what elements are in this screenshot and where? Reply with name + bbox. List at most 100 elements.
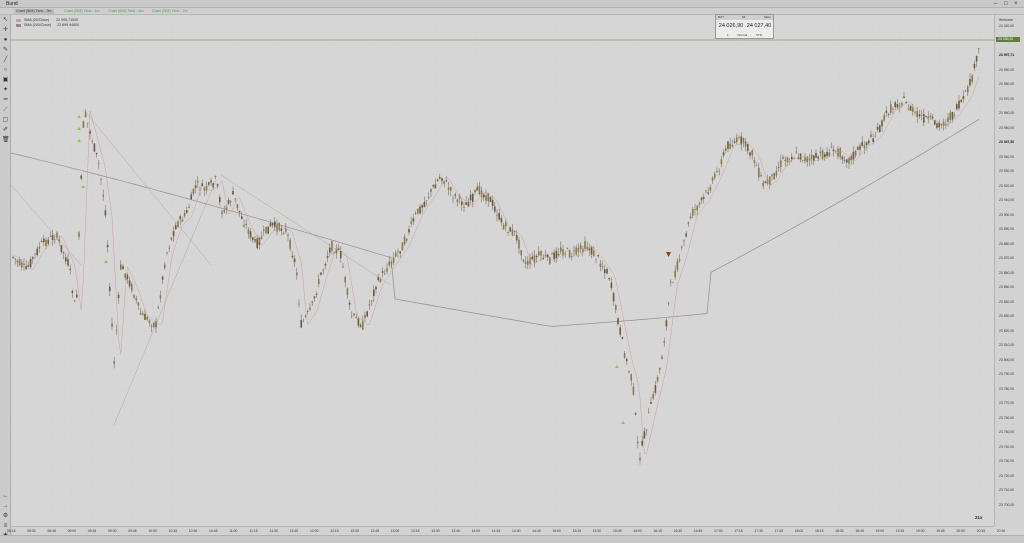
arrow-left-icon[interactable]: ← <box>2 493 9 500</box>
price-axis-label: 23 780,00 <box>999 386 1015 391</box>
candle-body <box>397 251 399 252</box>
candle-body <box>586 246 588 250</box>
tab-chart-7m[interactable]: Chart (SIM) Time - 7m <box>150 9 190 14</box>
tab-chart-4m[interactable]: Chart (SIM) Time - 4m <box>62 9 102 14</box>
candle-body <box>430 188 432 192</box>
candle-body <box>940 124 943 126</box>
candle-body <box>318 279 320 285</box>
price-chart[interactable] <box>11 15 994 526</box>
candle-body <box>65 257 67 262</box>
minimize-icon[interactable]: – <box>994 0 997 8</box>
candle-body <box>38 246 41 249</box>
candle-body <box>854 150 857 156</box>
trend-icon[interactable]: ⟋ <box>2 107 9 114</box>
candle-body <box>142 313 144 316</box>
candle-body <box>170 237 173 240</box>
candle-body <box>791 156 793 160</box>
candle-body <box>819 151 822 153</box>
candle-body <box>659 367 661 370</box>
sma20-line <box>13 76 980 455</box>
candle-body <box>60 245 63 252</box>
candle-body <box>82 121 85 128</box>
current-price-tag: 24 030,00 <box>996 37 1020 42</box>
candle-body <box>830 147 833 149</box>
candle-body <box>483 194 485 198</box>
candle-body <box>762 182 764 187</box>
candle-body <box>527 261 529 265</box>
candle-body <box>366 311 368 317</box>
candle-body <box>540 251 542 256</box>
close-icon[interactable]: × <box>1014 0 1018 8</box>
candle-body <box>661 356 663 360</box>
candle-body <box>604 269 606 273</box>
candle-body <box>731 145 734 147</box>
time-axis-label: 12:15 <box>330 529 339 533</box>
trash-icon[interactable]: 🗑 <box>2 137 10 144</box>
candle-body <box>692 209 694 216</box>
quantity-value[interactable]: 1 <box>727 33 729 37</box>
bid-price-button[interactable]: 24 026,90 <box>717 21 745 31</box>
tif-value[interactable]: STD <box>756 33 762 37</box>
candle-body <box>936 123 938 128</box>
candle-body <box>531 256 533 260</box>
candle-body <box>676 260 679 271</box>
time-axis-label: 19:30 <box>916 529 925 533</box>
brush-icon[interactable]: ✐ <box>2 127 9 134</box>
pin-icon[interactable]: ✦ <box>2 87 9 94</box>
crosshair-icon[interactable]: ✛ <box>2 27 9 34</box>
candle-body <box>967 86 969 93</box>
candle-body <box>287 234 289 236</box>
trend-line <box>113 179 217 426</box>
candle-body <box>87 122 89 124</box>
candle-body <box>223 210 225 213</box>
legend-item-sma200[interactable]: SMA (200/Close) 22 899,94800 <box>16 23 79 28</box>
time-axis-label: 20:30 <box>996 529 1006 533</box>
lock-icon[interactable]: ▣ <box>2 77 9 84</box>
candle-body <box>252 237 254 241</box>
line-icon[interactable]: ╱ <box>2 57 9 64</box>
time-axis-label: 17:00 <box>714 529 723 533</box>
candle-body <box>153 322 155 327</box>
candle-body <box>496 214 498 216</box>
tab-chart-3m[interactable]: Chart (SIM) Time - 3m <box>14 9 54 14</box>
time-axis-label: 10:00 <box>148 529 157 533</box>
candle-body <box>498 213 500 220</box>
arrow-right-icon[interactable]: → <box>2 503 9 510</box>
time-axis[interactable]: 08:15 08:30 08:45 09:00 09:15 09:30 09:45 10:00… <box>7 526 1005 535</box>
time-axis-label: 17:45 <box>774 529 784 533</box>
mi-label[interactable]: MI <box>742 15 745 20</box>
price-axis[interactable]: Welcome 24 020,0024 010,0023 997,7123 99… <box>994 15 1024 526</box>
ruler-icon[interactable]: ━ <box>2 97 9 104</box>
candle-body <box>307 311 309 312</box>
order-type[interactable]: Normal <box>738 33 748 37</box>
circle-icon[interactable]: ○ <box>2 67 9 74</box>
pencil-icon[interactable]: ✎ <box>2 47 9 54</box>
buy-label[interactable]: BUY <box>718 15 724 19</box>
price-axis-label: 23 800,00 <box>999 357 1015 362</box>
sell-label[interactable]: SELL <box>764 15 771 20</box>
candle-body <box>681 247 683 248</box>
candle-body <box>124 273 126 278</box>
time-axis-label: 08:15 <box>7 529 16 533</box>
order-box-footer: 1 Normal STD <box>716 33 773 37</box>
candle-body <box>630 374 632 381</box>
ask-price-button[interactable]: 24 027,40 <box>745 21 773 31</box>
candle-body <box>516 235 518 241</box>
candle-body <box>700 197 703 201</box>
chart-canvas[interactable] <box>11 15 994 526</box>
cursor-icon[interactable]: ↖ <box>2 17 9 24</box>
candle-body <box>417 208 419 214</box>
settings-icon[interactable]: ⚙ <box>2 513 9 520</box>
candle-body <box>890 104 892 113</box>
dot-icon[interactable]: ● <box>2 37 9 44</box>
candle-body <box>652 394 654 399</box>
candle-body <box>703 197 705 199</box>
candle-body <box>667 302 670 304</box>
tab-chart-5m[interactable]: Chart (SIM) Time - 5m <box>106 9 146 14</box>
rect-icon[interactable]: ▢ <box>2 117 9 124</box>
maximize-icon[interactable]: □ <box>1004 0 1008 8</box>
candle-body <box>172 231 175 237</box>
candle-body <box>54 239 56 241</box>
candle-body <box>615 305 617 310</box>
candle-body <box>175 225 177 230</box>
